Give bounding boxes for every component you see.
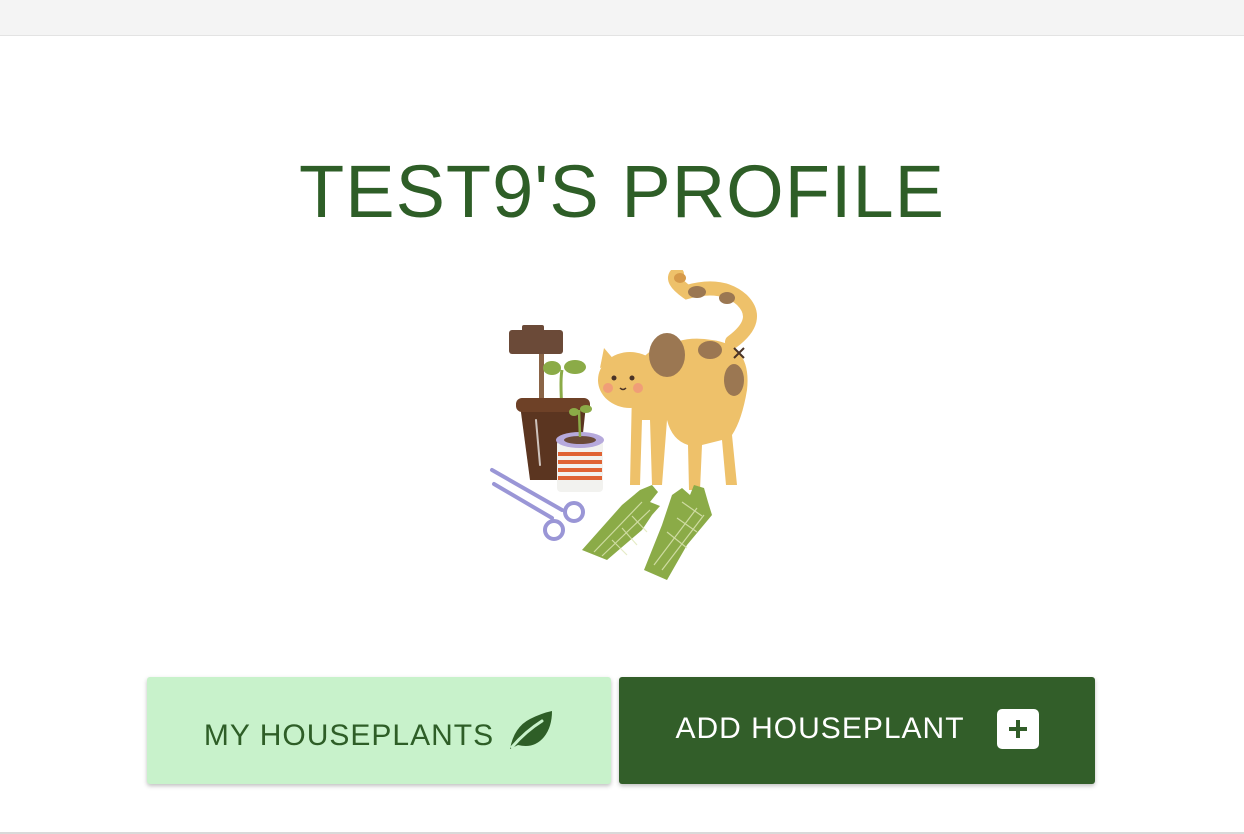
my-houseplants-button[interactable]: MY HOUSEPLANTS bbox=[147, 677, 611, 784]
plus-square-icon bbox=[996, 708, 1039, 749]
cat-gardening-illustration bbox=[490, 270, 757, 580]
add-houseplant-button[interactable]: ADD HOUSEPLANT bbox=[619, 677, 1095, 784]
my-houseplants-label: MY HOUSEPLANTS bbox=[203, 718, 495, 752]
page-title: TEST9'S PROFILE bbox=[299, 150, 945, 233]
leaf-icon bbox=[510, 710, 553, 749]
browser-top-bar bbox=[0, 0, 1244, 36]
add-houseplant-label: ADD HOUSEPLANT bbox=[675, 711, 965, 745]
